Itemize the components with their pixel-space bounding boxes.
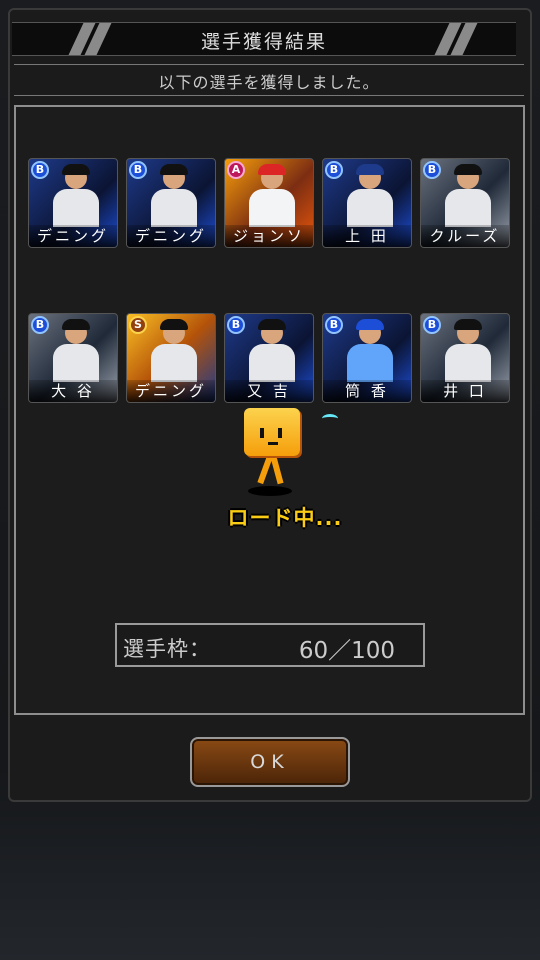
rank-badge: B — [325, 161, 343, 179]
rank-badge: A — [227, 161, 245, 179]
player-portrait — [151, 164, 197, 227]
rank-badge: B — [129, 161, 147, 179]
rank-badge: B — [423, 161, 441, 179]
player-name: デニング — [29, 225, 117, 247]
rank-badge: B — [423, 316, 441, 334]
rank-badge: S — [129, 316, 147, 334]
player-name: ジョンソン — [225, 225, 313, 247]
player-card[interactable]: B 筒 香 — [322, 313, 412, 403]
mascot-shadow — [248, 486, 292, 496]
player-card[interactable]: B 上 田 — [322, 158, 412, 248]
player-portrait — [445, 164, 491, 227]
subtitle-box: 以下の選手を獲得しました。 — [14, 64, 524, 96]
player-card[interactable]: A ジョンソン — [224, 158, 314, 248]
player-card[interactable]: B 又 吉 — [224, 313, 314, 403]
rank-badge: B — [325, 316, 343, 334]
player-card[interactable]: B デニング — [28, 158, 118, 248]
player-card[interactable]: B 井 口 — [420, 313, 510, 403]
player-portrait — [347, 164, 393, 227]
loading-indicator: ロード中... — [210, 408, 360, 533]
player-portrait — [53, 164, 99, 227]
player-portrait — [249, 164, 295, 227]
player-portrait — [347, 319, 393, 382]
loading-text: ロード中... — [227, 506, 343, 530]
player-card[interactable]: B クルーズ — [420, 158, 510, 248]
rank-badge: B — [31, 316, 49, 334]
slot-label: 選手枠： — [123, 637, 211, 661]
dialog-title: 選手獲得結果 — [200, 31, 327, 53]
rank-badge: B — [31, 161, 49, 179]
player-name: クルーズ — [421, 225, 509, 247]
slot-value: 60／100 — [298, 638, 395, 664]
player-slot-counter: 選手枠： 60／100 — [115, 623, 425, 667]
player-card[interactable]: B デニング — [126, 158, 216, 248]
player-name: 筒 香 — [323, 380, 411, 402]
rank-badge: B — [227, 316, 245, 334]
player-name: 井 口 — [421, 380, 509, 402]
player-card[interactable]: B 大 谷 — [28, 313, 118, 403]
mascot-leg — [270, 455, 284, 485]
player-name: デニング — [127, 225, 215, 247]
player-name: デニング — [127, 380, 215, 402]
dialog-subtitle: 以下の選手を獲得しました。 — [158, 73, 380, 92]
sparkle-icon — [322, 414, 338, 423]
player-portrait — [53, 319, 99, 382]
ok-button[interactable]: OK — [190, 737, 350, 787]
player-portrait — [151, 319, 197, 382]
player-name: 上 田 — [323, 225, 411, 247]
player-card[interactable]: S デニング — [126, 313, 216, 403]
mascot-icon — [244, 408, 300, 456]
player-name: 又 吉 — [225, 380, 313, 402]
player-portrait — [445, 319, 491, 382]
player-name: 大 谷 — [29, 380, 117, 402]
player-portrait — [249, 319, 295, 382]
title-bar: 選手獲得結果 — [12, 22, 516, 56]
